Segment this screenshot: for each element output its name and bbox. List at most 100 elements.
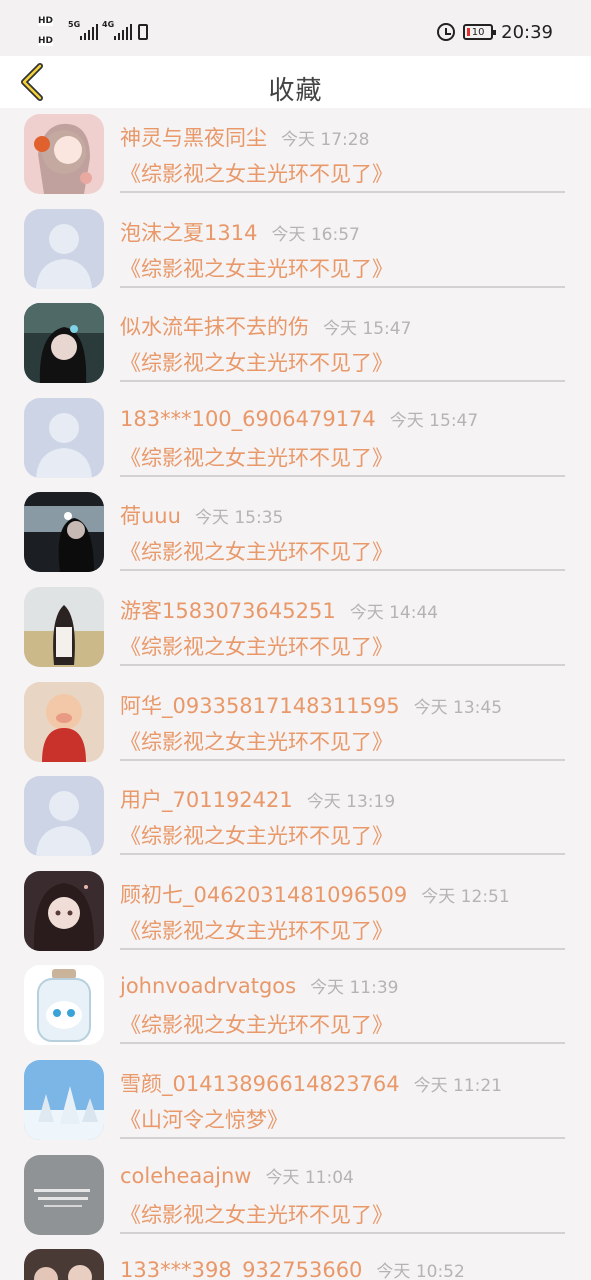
status-bar: HD HD 5G 4G 10 20:39 <box>0 0 591 56</box>
avatar[interactable] <box>24 870 104 951</box>
signal-icon <box>80 24 98 40</box>
divider <box>120 1136 565 1139</box>
divider <box>120 569 565 572</box>
book-title[interactable]: 《综影视之女主光环不见了》 <box>120 347 393 377</box>
book-title[interactable]: 《山河令之惊梦》 <box>120 1104 288 1134</box>
user-name-row: 顾初七_0462031481096509 今天 12:51 <box>120 879 510 909</box>
timestamp: 今天 13:45 <box>413 697 503 718</box>
avatar[interactable] <box>24 303 104 384</box>
timestamp: 今天 11:39 <box>310 978 399 999</box>
list-item[interactable]: 雪颜_01413896614823764 今天 11:21 《山河令之惊梦》 <box>0 1054 591 1149</box>
list-item[interactable]: 用户_701192421 今天 13:19 《综影视之女主光环不见了》 <box>0 770 591 865</box>
favorites-list: 神灵与黑夜同尘 今天 17:28 《综影视之女主光环不见了》 泡沫之夏1314 今天… <box>0 108 591 1280</box>
avatar[interactable] <box>24 586 104 667</box>
timestamp: 今天 15:47 <box>323 319 412 340</box>
book-title[interactable]: 《综影视之女主光环不见了》 <box>120 915 393 945</box>
book-title[interactable]: 《综影视之女主光环不见了》 <box>120 536 393 566</box>
avatar[interactable] <box>24 397 104 478</box>
avatar-image <box>24 114 104 194</box>
book-title[interactable]: 《综影视之女主光环不见了》 <box>120 253 393 283</box>
battery-icon: 10 <box>463 24 497 40</box>
user-name: 泡沫之夏1314 <box>120 220 258 245</box>
book-title[interactable]: 《综影视之女主光环不见了》 <box>120 726 393 756</box>
timestamp: 今天 10:52 <box>376 1262 465 1280</box>
user-name-row: 荷uuu 今天 15:35 <box>120 500 283 530</box>
list-item[interactable]: 游客1583073645251 今天 14:44 《综影视之女主光环不见了》 <box>0 581 591 676</box>
timestamp: 今天 14:44 <box>349 602 439 623</box>
book-title[interactable]: 《综影视之女主光环不见了》 <box>120 158 393 188</box>
user-name: 荷uuu <box>120 504 181 529</box>
hd-badge-1: HD <box>38 16 54 26</box>
divider <box>120 191 565 193</box>
timestamp: 今天 15:35 <box>194 508 284 529</box>
list-item[interactable]: 顾初七_0462031481096509 今天 12:51 《综影视之女主光环不见… <box>0 865 591 960</box>
book-title[interactable]: 《综影视之女主光环不见了》 <box>120 820 393 850</box>
avatar[interactable] <box>24 965 104 1046</box>
list-item[interactable]: 神灵与黑夜同尘 今天 17:28 《综影视之女主光环不见了》 <box>0 108 591 203</box>
book-title[interactable]: 《综影视之女主光环不见了》 <box>120 442 393 472</box>
avatar-image <box>24 1154 104 1235</box>
hd-badge-2: HD <box>38 36 54 46</box>
list-item[interactable]: johnvoadrvatgos 今天 11:39 《综影视之女主光环不见了》 <box>0 959 591 1054</box>
user-name-row: coleheaajnw 今天 11:04 <box>120 1163 354 1188</box>
avatar-image <box>24 870 104 951</box>
timestamp: 今天 11:21 <box>413 1075 503 1096</box>
user-name-row: 游客1583073645251 今天 14:44 <box>120 595 438 625</box>
user-name-row: 183***100_6906479174 今天 15:47 <box>120 406 478 431</box>
list-item[interactable]: coleheaajnw 今天 11:04 《综影视之女主光环不见了》 <box>0 1149 591 1244</box>
user-name: 游客1583073645251 <box>120 598 336 623</box>
avatar-image <box>24 965 104 1046</box>
timestamp: 今天 15:47 <box>389 410 479 431</box>
avatar[interactable] <box>24 681 104 762</box>
list-item[interactable]: 似水流年抹不去的伤 今天 15:47 《综影视之女主光环不见了》 <box>0 297 591 392</box>
user-name-row: 用户_701192421 今天 13:19 <box>120 784 395 814</box>
user-name: 顾初七_0462031481096509 <box>120 882 408 907</box>
list-item[interactable]: 183***100_6906479174 今天 15:47 《综影视之女主光环不见… <box>0 392 591 487</box>
avatar[interactable] <box>24 114 104 194</box>
user-name: 阿华_09335817148311595 <box>120 693 400 718</box>
avatar-image <box>24 1059 104 1140</box>
divider <box>120 1231 565 1234</box>
avatar[interactable] <box>24 208 104 289</box>
avatar-image <box>24 492 104 573</box>
user-name: coleheaajnw <box>120 1163 252 1188</box>
book-title[interactable]: 《综影视之女主光环不见了》 <box>120 1009 393 1039</box>
list-item[interactable]: 泡沫之夏1314 今天 16:57 《综影视之女主光环不见了》 <box>0 203 591 298</box>
timestamp: 今天 11:04 <box>265 1167 354 1188</box>
clock: 20:39 <box>501 21 553 43</box>
divider <box>120 663 565 666</box>
battery-level: 10 <box>471 26 485 38</box>
list-item[interactable]: 阿华_09335817148311595 今天 13:45 《综影视之女主光环不见… <box>0 676 591 771</box>
default-avatar-icon <box>24 208 104 289</box>
avatar[interactable] <box>24 1154 104 1235</box>
signal-icon-2 <box>114 24 132 40</box>
user-name-row: 似水流年抹不去的伤 今天 15:47 <box>120 311 411 341</box>
timestamp: 今天 16:57 <box>271 224 360 245</box>
timestamp: 今天 12:51 <box>421 886 510 907</box>
list-item[interactable]: 荷uuu 今天 15:35 《综影视之女主光环不见了》 <box>0 486 591 581</box>
avatar[interactable] <box>24 1249 104 1280</box>
user-name: 133***398_932753660 <box>120 1258 363 1280</box>
user-name: 183***100_6906479174 <box>120 406 376 431</box>
divider <box>120 947 565 950</box>
user-name-row: 神灵与黑夜同尘 今天 17:28 <box>120 122 369 152</box>
timestamp: 今天 17:28 <box>281 130 370 150</box>
network-4g-label: 4G <box>102 20 115 29</box>
avatar[interactable] <box>24 492 104 573</box>
divider <box>120 853 565 856</box>
user-name: 用户_701192421 <box>120 788 293 813</box>
avatar[interactable] <box>24 1059 104 1140</box>
user-name: 雪颜_01413896614823764 <box>120 1071 400 1096</box>
avatar-image <box>24 1249 104 1280</box>
user-name-row: johnvoadrvatgos 今天 11:39 <box>120 973 398 998</box>
user-name: johnvoadrvatgos <box>120 974 297 999</box>
default-avatar-icon <box>24 776 104 857</box>
divider <box>120 380 565 383</box>
timestamp: 今天 13:19 <box>306 792 396 813</box>
divider <box>120 758 565 761</box>
list-item[interactable]: 133***398_932753660 今天 10:52 <box>0 1243 591 1280</box>
avatar[interactable] <box>24 776 104 857</box>
avatar-image <box>24 586 104 667</box>
book-title[interactable]: 《综影视之女主光环不见了》 <box>120 631 393 661</box>
book-title[interactable]: 《综影视之女主光环不见了》 <box>120 1199 393 1229</box>
